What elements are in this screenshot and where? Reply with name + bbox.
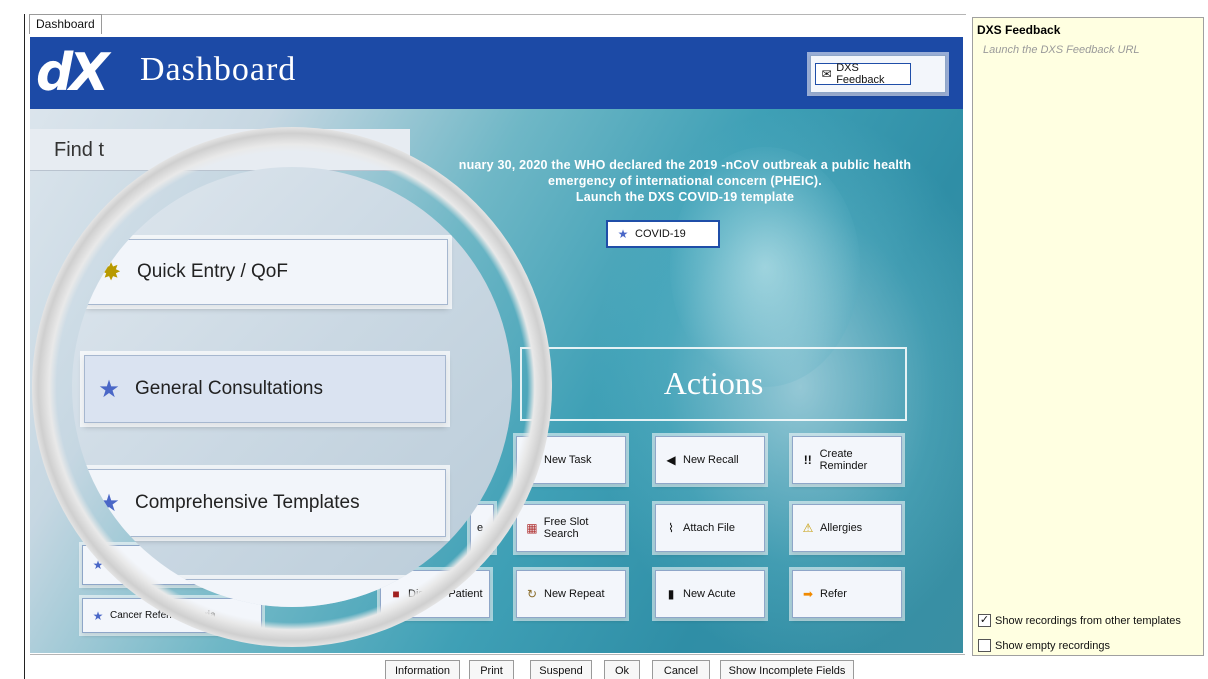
actions-title: Actions bbox=[663, 365, 764, 401]
covid-message-line2: emergency of international concern (PHEI… bbox=[548, 174, 822, 188]
dxs-feedback-inner: ✉ DXS Feedback bbox=[815, 62, 911, 86]
attach-file-button[interactable]: ⌇ Attach File bbox=[655, 504, 765, 552]
star-icon: ★ bbox=[617, 227, 629, 241]
logo-text: dX bbox=[36, 43, 109, 103]
arrow-right-icon: ➡ bbox=[802, 587, 814, 601]
quick-entry-button[interactable]: ✸ Quick Entry / QoF bbox=[86, 239, 448, 305]
new-recall-button[interactable]: ◀ New Recall bbox=[655, 436, 765, 484]
show-incomplete-fields-button[interactable]: Show Incomplete Fields bbox=[720, 660, 854, 679]
show-other-templates-label: Show recordings from other templates bbox=[995, 614, 1181, 627]
dashboard-canvas: dX Dashboard ✉ DXS Feedback Find t nuary… bbox=[30, 37, 963, 653]
comprehensive-templates-button[interactable]: ★ Comprehensive Templates bbox=[84, 469, 446, 537]
side-panel-description: Launch the DXS Feedback URL bbox=[983, 44, 1140, 56]
create-reminder-label: Create Reminder bbox=[819, 448, 868, 472]
side-panel-title: DXS Feedback bbox=[977, 23, 1061, 37]
sparkle-icon: ✸ bbox=[100, 258, 122, 286]
new-repeat-label: New Repeat bbox=[544, 588, 605, 600]
new-acute-label: New Acute bbox=[683, 588, 736, 600]
covid-message: nuary 30, 2020 the WHO declared the 2019… bbox=[410, 157, 960, 205]
free-slot-search-label: Free Slot Search bbox=[543, 516, 589, 540]
task-icon: ▤ bbox=[526, 453, 538, 467]
covid-message-line3: Launch the DXS COVID-19 template bbox=[575, 190, 795, 204]
header-banner: dX Dashboard ✉ DXS Feedback bbox=[30, 37, 963, 109]
tab-dashboard[interactable]: Dashboard bbox=[29, 14, 102, 34]
star-icon: ★ bbox=[85, 595, 113, 608]
star-icon: ★ bbox=[92, 558, 104, 572]
allergies-button[interactable]: ⚠ Allergies bbox=[792, 504, 902, 552]
print-button[interactable]: Print bbox=[469, 660, 514, 679]
dxs-logo: dX bbox=[30, 37, 130, 109]
cancer-referral-label: Cancer Referral Criteria bbox=[110, 610, 216, 621]
reminder-icon: !! bbox=[803, 453, 812, 467]
bottle-icon: ▮ bbox=[667, 587, 675, 601]
recall-icon: ◀ bbox=[666, 453, 676, 467]
new-recall-label: New Recall bbox=[683, 454, 739, 466]
discard-patient-label: Discard Patient bbox=[408, 588, 483, 600]
page-title: Dashboard bbox=[140, 51, 297, 88]
refer-button[interactable]: ➡ Refer bbox=[792, 570, 902, 618]
feedback-side-panel: DXS Feedback Launch the DXS Feedback URL… bbox=[972, 17, 1204, 656]
covid-19-button[interactable]: ★ COVID-19 bbox=[606, 220, 720, 248]
find-bar: Find t bbox=[30, 129, 410, 171]
magnifier-lens: ✸ Quick Entry / QoF ★ General Consultati… bbox=[72, 167, 512, 607]
create-reminder-button[interactable]: !! Create Reminder bbox=[792, 436, 902, 484]
free-slot-search-button[interactable]: ▦ Free Slot Search bbox=[516, 504, 626, 552]
covid-message-line1: nuary 30, 2020 the WHO declared the 2019… bbox=[458, 158, 912, 172]
partial-action-label: e bbox=[477, 522, 484, 534]
show-other-templates-checkbox[interactable]: ✓ bbox=[978, 614, 991, 627]
repeat-icon: ↻ bbox=[526, 587, 538, 601]
show-empty-recordings-row[interactable]: Show empty recordings bbox=[978, 639, 1110, 652]
ok-button[interactable]: Ok bbox=[604, 660, 640, 679]
new-task-button[interactable]: ▤ New Task bbox=[516, 436, 626, 484]
general-consultations-label: General Consultations bbox=[135, 378, 323, 399]
application-window: Dashboard dX Dashboard ✉ DXS Feedback Fi… bbox=[0, 0, 1208, 679]
cancel-button[interactable]: Cancel bbox=[652, 660, 710, 679]
show-empty-recordings-label: Show empty recordings bbox=[995, 639, 1110, 652]
tab-strip-line bbox=[102, 14, 966, 15]
refer-label: Refer bbox=[820, 588, 847, 600]
new-task-label: New Task bbox=[544, 454, 592, 466]
allergy-icon: ⚠ bbox=[802, 521, 814, 535]
find-label: Find t bbox=[54, 139, 105, 161]
attach-file-label: Attach File bbox=[683, 522, 735, 534]
footer-divider bbox=[30, 654, 965, 655]
new-acute-button[interactable]: ▮ New Acute bbox=[655, 570, 765, 618]
dxs-feedback-button[interactable]: ✉ DXS Feedback bbox=[810, 55, 946, 93]
information-button[interactable]: Information bbox=[385, 660, 460, 679]
show-empty-recordings-checkbox[interactable] bbox=[978, 639, 991, 652]
envelope-icon: ✉ bbox=[821, 67, 832, 81]
magnified-partial-label: ing bbox=[205, 598, 230, 607]
comprehensive-templates-label: Comprehensive Templates bbox=[135, 492, 360, 513]
suspend-button[interactable]: Suspend bbox=[530, 660, 592, 679]
covid-19-label: COVID-19 bbox=[635, 228, 686, 240]
dxs-feedback-label: DXS Feedback bbox=[836, 62, 885, 86]
magnified-partial-button[interactable]: ★ ing bbox=[74, 579, 414, 607]
general-consultations-button[interactable]: ★ General Consultations bbox=[84, 355, 446, 423]
show-other-templates-row[interactable]: ✓ Show recordings from other templates bbox=[978, 614, 1181, 627]
new-repeat-button[interactable]: ↻ New Repeat bbox=[516, 570, 626, 618]
calendar-icon: ▦ bbox=[526, 521, 538, 535]
paperclip-icon: ⌇ bbox=[668, 521, 674, 535]
allergies-label: Allergies bbox=[820, 522, 863, 534]
star-icon: ★ bbox=[98, 375, 120, 403]
quick-entry-label: Quick Entry / QoF bbox=[137, 261, 288, 282]
window-left-border bbox=[24, 14, 25, 679]
actions-heading-box: Actions bbox=[520, 347, 907, 421]
star-icon: ★ bbox=[98, 489, 120, 517]
star-icon: ★ bbox=[92, 608, 104, 623]
